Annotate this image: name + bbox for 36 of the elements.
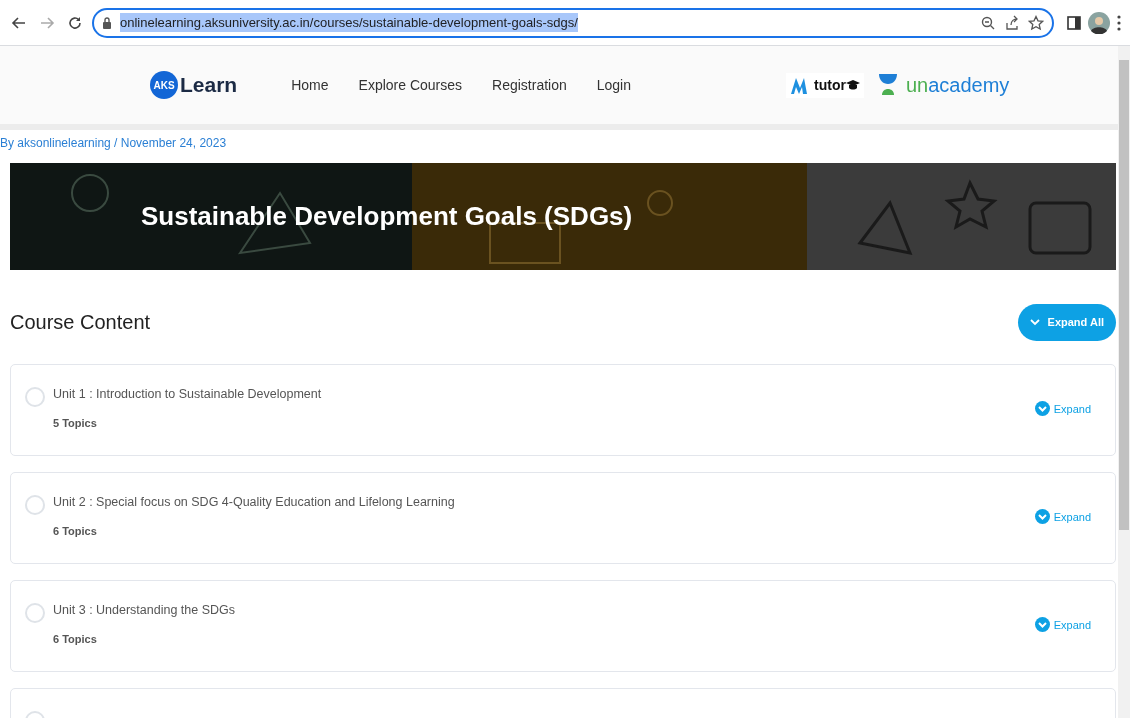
chevron-circle-icon xyxy=(1034,509,1050,525)
back-icon xyxy=(11,14,27,31)
unit-title[interactable]: Unit 1 : Introduction to Sustainable Development xyxy=(53,384,1035,404)
nav-link[interactable]: Home xyxy=(291,74,329,96)
unit-title[interactable]: Unit 3 : Understanding the SDGs xyxy=(53,600,1035,620)
forward-icon xyxy=(39,14,55,31)
address-bar[interactable]: onlinelearning.aksuniversity.ac.in/courses/sustainable-development-goals-sdgs/ xyxy=(92,7,1054,38)
share-icon[interactable] xyxy=(1004,14,1020,31)
topic-count: 5 Topics xyxy=(53,416,98,432)
chevron-circle-icon xyxy=(1034,617,1050,633)
chevron-down-icon xyxy=(1029,318,1040,327)
star-icon[interactable] xyxy=(1028,14,1044,31)
reload-icon xyxy=(67,14,83,31)
avatar-icon[interactable] xyxy=(1088,11,1110,34)
lock-icon xyxy=(102,16,112,29)
byline: By aksonlinelearning / November 24, 2023 xyxy=(0,135,228,152)
menu-icon[interactable] xyxy=(1116,13,1122,32)
url-text: onlinelearning.aksuniversity.ac.in/courses/sustainable-development-goals-sdgs/ xyxy=(120,12,578,33)
unit-title[interactable]: Unit 2 : Special focus on SDG 4-Quality Education and Lifelong Learning xyxy=(53,492,1035,512)
nav-link[interactable]: Login xyxy=(596,74,631,96)
banner-title: Sustainable Development Goals (SDGs) xyxy=(141,200,633,233)
logo-text[interactable]: Learn xyxy=(180,69,238,101)
unacademy-logo-text[interactable]: unacademy xyxy=(905,70,1010,100)
section-heading: Course Content xyxy=(10,310,151,335)
topic-count: 6 Topics xyxy=(53,632,98,648)
topic-count: 6 Topics xyxy=(53,524,98,540)
nav-link[interactable]: Explore Courses xyxy=(358,74,463,96)
chevron-circle-icon xyxy=(1034,401,1050,417)
graduation-cap-icon xyxy=(845,79,860,91)
scrollbar[interactable] xyxy=(1118,46,1130,718)
unacademy-icon xyxy=(877,73,898,97)
nav-link[interactable]: Registration xyxy=(492,74,567,96)
zoom-icon[interactable] xyxy=(980,14,996,31)
logo-badge[interactable]: AKS xyxy=(150,71,178,99)
partner-logo[interactable]: tutor xyxy=(786,72,864,98)
side-panel-icon[interactable] xyxy=(1066,14,1082,31)
